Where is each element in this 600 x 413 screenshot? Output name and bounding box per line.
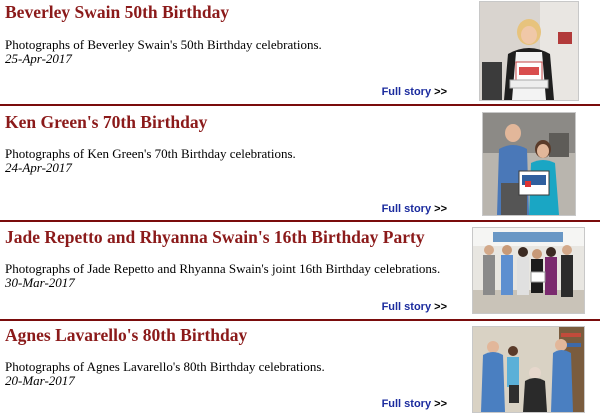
news-item: Jade Repetto and Rhyanna Swain's 16th Bi… (0, 222, 600, 319)
article-title[interactable]: Agnes Lavarello's 80th Birthday (5, 325, 247, 346)
full-story-link[interactable]: Full story >> (382, 203, 447, 215)
article-title[interactable]: Jade Repetto and Rhyanna Swain's 16th Bi… (5, 227, 425, 248)
arrow-icon: >> (434, 203, 447, 215)
article-date: 30-Mar-2017 (5, 275, 75, 290)
article-title[interactable]: Beverley Swain 50th Birthday (5, 2, 229, 23)
arrow-icon: >> (434, 301, 447, 313)
full-story-link[interactable]: Full story >> (382, 301, 447, 313)
article-thumbnail[interactable] (482, 112, 576, 216)
news-item: Agnes Lavarello's 80th Birthday Photogra… (0, 321, 600, 413)
full-story-link[interactable]: Full story >> (382, 398, 447, 410)
arrow-icon: >> (434, 398, 447, 410)
news-item: Ken Green's 70th Birthday Photographs of… (0, 106, 600, 220)
article-date: 25-Apr-2017 (5, 51, 72, 66)
news-item: Beverley Swain 50th Birthday Photographs… (0, 0, 600, 104)
full-story-label: Full story (381, 301, 432, 313)
full-story-label: Full story (381, 203, 432, 215)
article-thumbnail[interactable] (479, 1, 579, 101)
full-story-link[interactable]: Full story >> (382, 86, 447, 98)
article-date: 20-Mar-2017 (5, 373, 75, 388)
article-date: 24-Apr-2017 (5, 160, 72, 175)
full-story-label: Full story (381, 398, 432, 410)
arrow-icon: >> (434, 86, 447, 98)
article-thumbnail[interactable] (472, 227, 585, 314)
article-thumbnail[interactable] (472, 326, 585, 413)
full-story-label: Full story (381, 86, 432, 98)
article-title[interactable]: Ken Green's 70th Birthday (5, 112, 207, 133)
